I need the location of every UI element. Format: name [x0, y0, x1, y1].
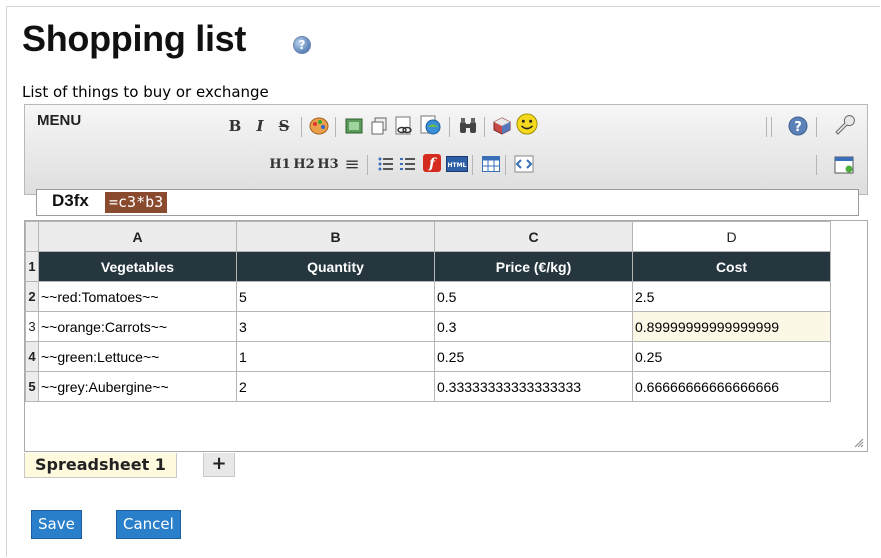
menu-label[interactable]: MENU: [37, 112, 81, 129]
numbered-list-icon[interactable]: [397, 153, 419, 175]
spreadsheet-grid: A B C D 1 Vegetables Quantity Price (€/k…: [24, 220, 868, 452]
cell-b1[interactable]: Quantity: [236, 251, 435, 282]
cell-d3[interactable]: 0.89999999999999999: [632, 311, 831, 342]
formula-cell-label: D3fx: [52, 191, 89, 210]
cell-d5[interactable]: 0.66666666666666666: [632, 371, 831, 402]
cell-a5[interactable]: ~~grey:Aubergine~~: [38, 371, 237, 402]
column-header-c[interactable]: C: [434, 221, 633, 252]
cell-d4[interactable]: 0.25: [632, 341, 831, 372]
cell-b5[interactable]: 2: [236, 371, 435, 402]
link-icon[interactable]: [393, 115, 415, 137]
image-icon[interactable]: [343, 115, 365, 137]
formula-input[interactable]: =c3*b3: [105, 192, 168, 213]
column-header-a[interactable]: A: [38, 221, 237, 252]
cell-c2[interactable]: 0.5: [434, 281, 633, 312]
table-row: 5 ~~grey:Aubergine~~ 2 0.333333333333333…: [25, 371, 831, 402]
row-number[interactable]: 3: [25, 311, 39, 342]
html-icon[interactable]: HTML: [446, 153, 468, 175]
external-link-icon[interactable]: [419, 114, 441, 136]
cell-a4[interactable]: ~~green:Lettuce~~: [38, 341, 237, 372]
toolbar-separator: [484, 117, 485, 137]
column-header-b[interactable]: B: [236, 221, 435, 252]
tab-spreadsheet-1[interactable]: Spreadsheet 1: [24, 453, 177, 478]
page-title: Shopping list: [22, 18, 247, 59]
toolbar-separator: [816, 117, 817, 137]
code-icon[interactable]: [513, 153, 535, 175]
cell-a3[interactable]: ~~orange:Carrots~~: [38, 311, 237, 342]
toolbar-separator: [472, 155, 473, 175]
toolbar-separator: [335, 117, 336, 137]
cell-b2[interactable]: 5: [236, 281, 435, 312]
flash-icon[interactable]: f: [421, 152, 443, 174]
italic-icon[interactable]: I: [249, 115, 271, 137]
find-icon[interactable]: [457, 115, 479, 137]
save-button[interactable]: Save: [31, 510, 82, 539]
editor-toolbar: MENU B I S ? H1 H2 H3 ≡ f HTML: [24, 104, 868, 195]
table-row: 3 ~~orange:Carrots~~ 3 0.3 0.89999999999…: [25, 311, 831, 342]
column-header-row: A B C D: [25, 221, 831, 252]
row-number[interactable]: 2: [25, 281, 39, 312]
table-row: 4 ~~green:Lettuce~~ 1 0.25 0.25: [25, 341, 831, 372]
help-icon[interactable]: ?: [787, 115, 809, 137]
table-icon[interactable]: [480, 153, 502, 175]
table-row: 2 ~~red:Tomatoes~~ 5 0.5 2.5: [25, 281, 831, 312]
copy-icon[interactable]: [368, 115, 390, 137]
corner-cell: [25, 221, 39, 252]
plugin-icon[interactable]: [491, 115, 513, 137]
toolbar-separator: [816, 155, 817, 175]
page-help-icon[interactable]: ?: [293, 36, 311, 54]
resize-handle-icon[interactable]: [854, 438, 864, 448]
toolbar-separator: [449, 117, 450, 137]
h3-icon[interactable]: H3: [317, 153, 339, 175]
align-center-icon[interactable]: ≡: [341, 153, 363, 175]
wrench-icon[interactable]: [833, 113, 855, 135]
toolbar-separator: [505, 155, 506, 175]
strikethrough-icon[interactable]: S: [273, 115, 295, 137]
smiley-icon[interactable]: [516, 113, 538, 135]
spreadsheet-table: A B C D 1 Vegetables Quantity Price (€/k…: [25, 221, 831, 402]
table-row: 1 Vegetables Quantity Price (€/kg) Cost: [25, 251, 831, 282]
cell-b4[interactable]: 1: [236, 341, 435, 372]
new-window-icon[interactable]: [833, 154, 855, 176]
toolbar-separator: [766, 117, 767, 137]
cell-a1[interactable]: Vegetables: [38, 251, 237, 282]
cell-d2[interactable]: 2.5: [632, 281, 831, 312]
row-number[interactable]: 5: [25, 371, 39, 402]
cell-c4[interactable]: 0.25: [434, 341, 633, 372]
svg-text:?: ?: [794, 120, 802, 135]
toolbar-separator: [301, 117, 302, 137]
color-palette-icon[interactable]: [308, 115, 330, 137]
cell-c1[interactable]: Price (€/kg): [434, 251, 633, 282]
cell-a2[interactable]: ~~red:Tomatoes~~: [38, 281, 237, 312]
column-header-d[interactable]: D: [632, 221, 831, 252]
toolbar-separator: [367, 155, 368, 175]
row-number[interactable]: 1: [25, 251, 39, 282]
bold-icon[interactable]: B: [224, 115, 246, 137]
cancel-button[interactable]: Cancel: [116, 510, 181, 539]
bullet-list-icon[interactable]: [375, 153, 397, 175]
h2-icon[interactable]: H2: [293, 153, 315, 175]
svg-text:HTML: HTML: [448, 162, 467, 169]
cell-c3[interactable]: 0.3: [434, 311, 633, 342]
cell-b3[interactable]: 3: [236, 311, 435, 342]
cell-d1[interactable]: Cost: [632, 251, 831, 282]
add-sheet-button[interactable]: +: [203, 453, 235, 477]
page-description: List of things to buy or exchange: [22, 83, 269, 101]
toolbar-separator: [771, 117, 772, 137]
h1-icon[interactable]: H1: [269, 153, 291, 175]
row-number[interactable]: 4: [25, 341, 39, 372]
cell-c5[interactable]: 0.33333333333333333: [434, 371, 633, 402]
